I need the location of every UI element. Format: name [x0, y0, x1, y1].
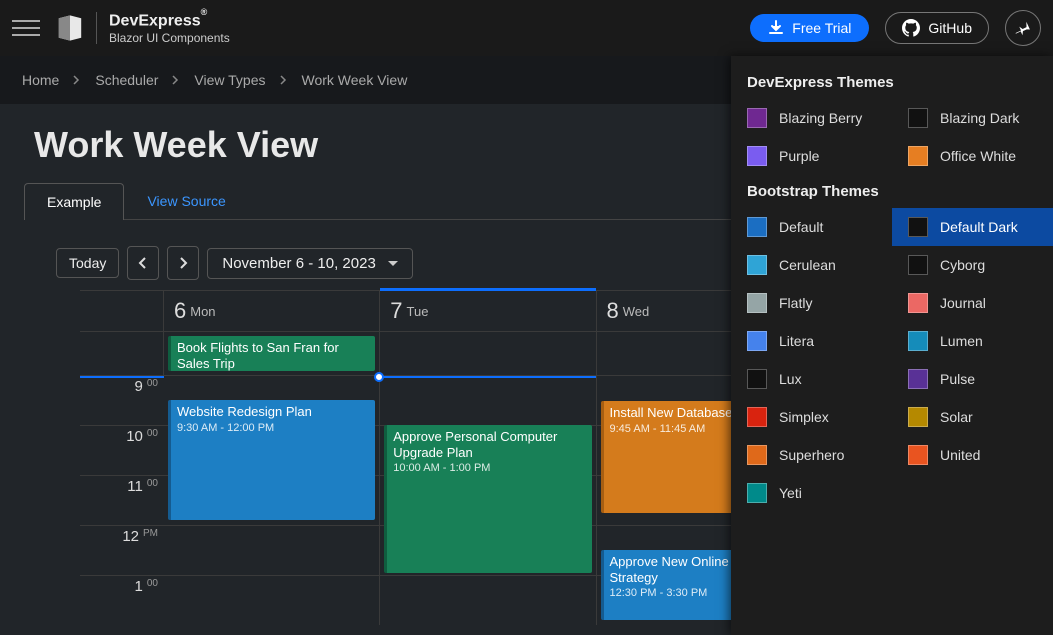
theme-item[interactable]: Cyborg: [892, 246, 1053, 284]
theme-label: Lumen: [940, 333, 983, 349]
color-swatch: [747, 331, 767, 351]
color-swatch: [747, 445, 767, 465]
color-swatch: [908, 369, 928, 389]
theme-label: Blazing Berry: [779, 110, 862, 126]
theme-label: Cyborg: [940, 257, 985, 273]
theme-label: Yeti: [779, 485, 802, 501]
logo[interactable]: DevExpress® Blazor UI Components: [56, 12, 230, 43]
crumb-scheduler[interactable]: Scheduler: [95, 72, 158, 88]
chevron-right-icon: [172, 75, 180, 85]
github-button[interactable]: GitHub: [885, 12, 989, 44]
theme-item[interactable]: Flatly: [731, 284, 892, 322]
chevron-right-icon: [280, 75, 288, 85]
theme-label: Blazing Dark: [940, 110, 1019, 126]
theme-label: Lux: [779, 371, 802, 387]
crumb-viewtypes[interactable]: View Types: [194, 72, 265, 88]
color-swatch: [747, 483, 767, 503]
theme-label: Flatly: [779, 295, 812, 311]
time-gutter: 900 1000 1100 12PM 100: [80, 375, 164, 625]
theme-item[interactable]: United: [892, 436, 1053, 474]
color-swatch: [747, 108, 767, 128]
theme-item[interactable]: Purple: [731, 137, 892, 175]
theme-item[interactable]: Journal: [892, 284, 1053, 322]
prev-button[interactable]: [127, 246, 159, 280]
color-swatch: [747, 217, 767, 237]
section-title-dev: DevExpress Themes: [731, 66, 1053, 99]
theme-item[interactable]: Litera: [731, 322, 892, 360]
color-swatch: [908, 407, 928, 427]
theme-panel: DevExpress Themes Blazing Berry Blazing D…: [731, 56, 1053, 635]
color-swatch: [908, 217, 928, 237]
theme-label: Journal: [940, 295, 986, 311]
theme-label: Default: [779, 219, 823, 235]
theme-item[interactable]: Yeti: [731, 474, 892, 512]
theme-label: Office White: [940, 148, 1016, 164]
brand-name: DevExpress®: [109, 12, 230, 29]
theme-label: Cerulean: [779, 257, 836, 273]
day-col-tue[interactable]: Approve Personal Computer Upgrade Plan10…: [380, 375, 596, 625]
day-header-mon[interactable]: 6Mon: [164, 291, 380, 331]
theme-item[interactable]: Blazing Dark: [892, 99, 1053, 137]
day-col-mon[interactable]: Website Redesign Plan9:30 AM - 12:00 PM: [164, 375, 380, 625]
theme-label: Default Dark: [940, 219, 1018, 235]
devexpress-logo-icon: [56, 14, 84, 42]
color-swatch: [747, 255, 767, 275]
theme-item[interactable]: Default: [731, 208, 892, 246]
theme-item[interactable]: Default Dark: [892, 208, 1053, 246]
next-button[interactable]: [167, 246, 199, 280]
color-swatch: [908, 108, 928, 128]
theme-label: United: [940, 447, 980, 463]
day-header-tue[interactable]: 7Tue: [380, 291, 596, 331]
pin-button[interactable]: [1005, 10, 1041, 46]
brand-sub: Blazor UI Components: [109, 32, 230, 44]
app-header: DevExpress® Blazor UI Components Free Tr…: [0, 0, 1053, 56]
color-swatch: [908, 255, 928, 275]
caret-down-icon: [388, 261, 398, 266]
allday-event[interactable]: Book Flights to San Fran for Sales Trip: [168, 336, 375, 371]
color-swatch: [747, 407, 767, 427]
theme-item[interactable]: Superhero: [731, 436, 892, 474]
theme-item[interactable]: Lux: [731, 360, 892, 398]
color-swatch: [908, 293, 928, 313]
theme-item[interactable]: Blazing Berry: [731, 99, 892, 137]
theme-label: Superhero: [779, 447, 844, 463]
theme-item[interactable]: Solar: [892, 398, 1053, 436]
theme-item[interactable]: Cerulean: [731, 246, 892, 284]
today-button[interactable]: Today: [56, 248, 119, 278]
chevron-right-icon: [178, 257, 188, 269]
menu-icon[interactable]: [12, 14, 40, 42]
theme-item[interactable]: Office White: [892, 137, 1053, 175]
section-title-bs: Bootstrap Themes: [731, 175, 1053, 208]
color-swatch: [747, 293, 767, 313]
color-swatch: [908, 445, 928, 465]
github-icon: [902, 19, 920, 37]
date-range-picker[interactable]: November 6 - 10, 2023: [207, 248, 412, 279]
crumb-home[interactable]: Home: [22, 72, 59, 88]
theme-label: Solar: [940, 409, 973, 425]
tab-view-source[interactable]: View Source: [124, 182, 248, 219]
theme-item[interactable]: Simplex: [731, 398, 892, 436]
theme-label: Pulse: [940, 371, 975, 387]
appointment[interactable]: Website Redesign Plan9:30 AM - 12:00 PM: [168, 400, 375, 520]
color-swatch: [747, 369, 767, 389]
download-icon: [768, 20, 784, 36]
pin-icon: [1015, 20, 1031, 36]
theme-label: Simplex: [779, 409, 829, 425]
theme-item[interactable]: Pulse: [892, 360, 1053, 398]
theme-item[interactable]: Lumen: [892, 322, 1053, 360]
color-swatch: [908, 146, 928, 166]
free-trial-button[interactable]: Free Trial: [750, 14, 869, 42]
chevron-left-icon: [138, 257, 148, 269]
color-swatch: [747, 146, 767, 166]
theme-label: Purple: [779, 148, 819, 164]
tab-example[interactable]: Example: [24, 183, 124, 220]
color-swatch: [908, 331, 928, 351]
chevron-right-icon: [73, 75, 81, 85]
crumb-current: Work Week View: [302, 72, 408, 88]
appointment[interactable]: Approve Personal Computer Upgrade Plan10…: [384, 425, 591, 573]
theme-label: Litera: [779, 333, 814, 349]
